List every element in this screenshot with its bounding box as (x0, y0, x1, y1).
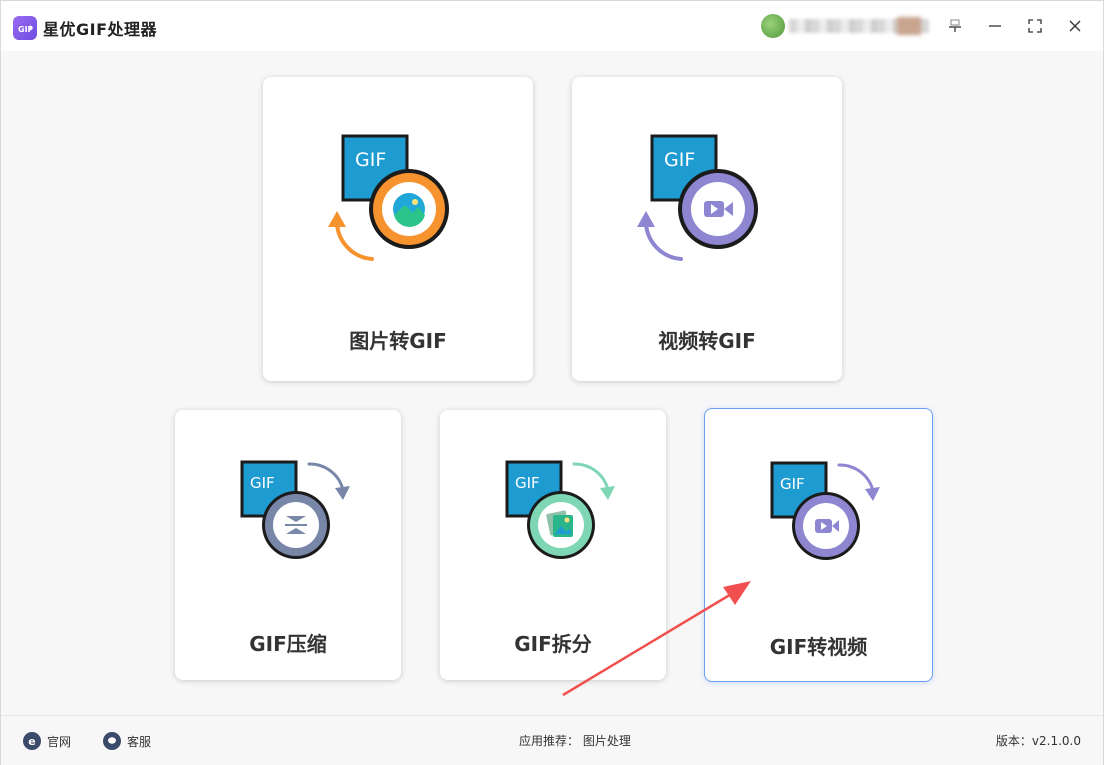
chat-bubble-icon (103, 732, 121, 750)
footer-bar: e 官网 客服 应用推荐： 图片处理 版本：v2.1.0.0 (1, 715, 1103, 765)
pin-icon[interactable] (943, 14, 967, 38)
image-to-gif-icon: GIF (328, 134, 449, 261)
version-info: 版本：v2.1.0.0 (996, 732, 1081, 749)
app-recommend: 应用推荐： 图片处理 (519, 732, 631, 749)
image-to-gif-label: 图片转GIF (349, 329, 447, 353)
ie-globe-icon: e (23, 732, 41, 750)
gif-split-label: GIF拆分 (514, 632, 592, 656)
website-link[interactable]: e 官网 (23, 732, 71, 750)
video-to-gif-label: 视频转GIF (658, 329, 756, 353)
user-account[interactable] (761, 13, 941, 39)
image-to-gif-card[interactable]: GIF 图片转GIF (263, 77, 533, 381)
svg-text:GIF: GIF (664, 149, 695, 171)
maximize-icon[interactable] (1023, 14, 1047, 38)
support-link-label: 客服 (127, 734, 152, 749)
close-icon[interactable] (1063, 14, 1087, 38)
website-link-label: 官网 (47, 734, 72, 749)
gif-to-video-card[interactable]: GIF GIF转视频 (704, 408, 933, 682)
gif-split-icon: GIF (505, 460, 615, 559)
app-window: GIF 星优GIF处理器 GIF 图片转GIF GIF 视频转GIF GIF G… (0, 0, 1104, 765)
svg-text:GIF: GIF (515, 474, 540, 492)
user-badge-blurred (897, 17, 921, 35)
version-label: 版本： (995, 734, 1032, 748)
title-bar: GIF 星优GIF处理器 (1, 1, 1103, 51)
gif-compress-card[interactable]: GIF GIF压缩 (175, 410, 401, 680)
gif-to-video-label: GIF转视频 (769, 635, 868, 659)
app-logo-icon: GIF (13, 16, 37, 40)
support-link[interactable]: 客服 (103, 732, 151, 750)
gif-to-video-icon: GIF (770, 461, 880, 560)
gif-compress-label: GIF压缩 (249, 632, 327, 656)
video-to-gif-card[interactable]: GIF 视频转GIF (572, 77, 842, 381)
video-to-gif-icon: GIF (637, 134, 758, 261)
gif-split-card[interactable]: GIF GIF拆分 (440, 410, 666, 680)
svg-text:GIF: GIF (780, 475, 805, 493)
recommend-link[interactable]: 图片处理 (583, 734, 631, 748)
svg-text:GIF: GIF (355, 149, 386, 171)
gif-compress-icon: GIF (240, 460, 350, 559)
app-title: 星优GIF处理器 (43, 20, 158, 39)
minimize-icon[interactable] (983, 14, 1007, 38)
user-avatar (761, 14, 785, 38)
svg-text:GIF: GIF (250, 474, 275, 492)
recommend-label: 应用推荐： (519, 734, 580, 748)
version-value: v2.1.0.0 (1031, 734, 1081, 748)
